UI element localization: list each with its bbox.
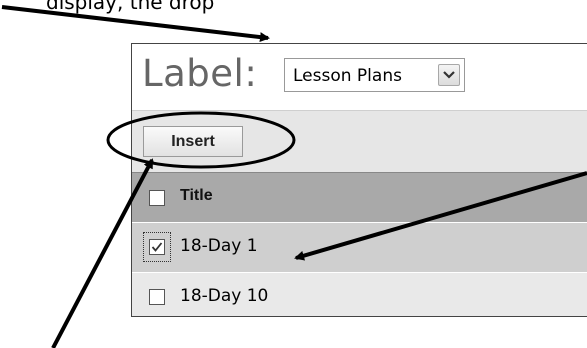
label-select[interactable]: Lesson Plans — [284, 58, 465, 92]
table-row[interactable]: 18-Day 10 — [132, 272, 587, 316]
label-select-value: Lesson Plans — [293, 66, 402, 86]
select-dropdown-button[interactable] — [438, 64, 460, 86]
label-row: Label: Lesson Plans — [132, 44, 587, 110]
column-header-title[interactable]: Title — [180, 187, 213, 205]
label-title: Label: — [142, 52, 258, 95]
table-header: Title — [132, 172, 587, 223]
select-all-checkbox[interactable] — [149, 190, 165, 206]
label-panel: Label: Lesson Plans Insert Title 18-Day … — [131, 43, 587, 317]
caption-text: display, the drop — [46, 0, 215, 14]
toolbar: Insert — [132, 110, 587, 173]
row-title[interactable]: 18-Day 1 — [180, 236, 258, 256]
row-title[interactable]: 18-Day 10 — [180, 286, 268, 306]
checkmark-icon — [151, 242, 163, 252]
chevron-down-icon — [443, 71, 455, 79]
row-checkbox[interactable] — [149, 239, 165, 255]
insert-button[interactable]: Insert — [143, 126, 243, 157]
table-row[interactable]: 18-Day 1 — [132, 222, 587, 272]
row-checkbox[interactable] — [149, 289, 165, 305]
